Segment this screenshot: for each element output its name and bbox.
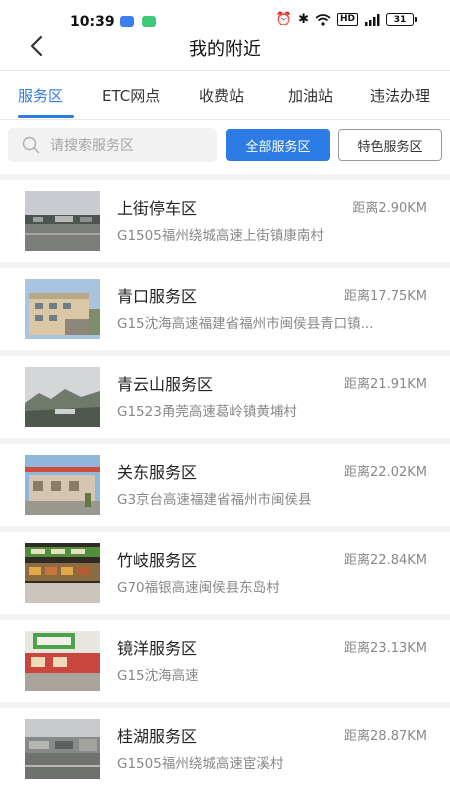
- item-address: G3京台高速福建省福州市闽侯县: [117, 492, 312, 508]
- item-distance: 距离17.75KM: [344, 289, 427, 304]
- list-item[interactable]: 桂湖服务区 距离28.87KM G1505福州绕城高速宦溪村: [0, 708, 450, 790]
- category-tabs: 服务区 ETC网点 收费站 加油站 违法办理: [0, 70, 450, 120]
- status-time: 10:39: [70, 14, 115, 30]
- item-distance: 距离21.91KM: [344, 377, 427, 392]
- list-item[interactable]: 上街停车区 距离2.90KM G1505福州绕城高速上街镇康南村: [0, 180, 450, 262]
- search-icon: [22, 136, 40, 154]
- battery-icon: 31: [386, 13, 417, 26]
- item-address: G70福银高速闽侯县东岛村: [117, 580, 280, 596]
- tab-gas-station[interactable]: 加油站: [288, 85, 333, 106]
- item-distance: 距离2.90KM: [352, 201, 427, 216]
- item-name: 竹岐服务区: [117, 551, 198, 570]
- tab-service-area[interactable]: 服务区: [18, 85, 63, 106]
- service-plaza-photo: [25, 455, 100, 515]
- item-address: G1523甬莞高速葛岭镇黄埔村: [117, 404, 297, 420]
- list-item[interactable]: 关东服务区 距离22.02KM G3京台高速福建省福州市闽侯县: [0, 444, 450, 526]
- list-item[interactable]: 青云山服务区 距离21.91KM G1523甬莞高速葛岭镇黄埔村: [0, 356, 450, 438]
- item-name: 关东服务区: [117, 463, 198, 482]
- service-sign-photo: [25, 631, 100, 691]
- item-distance: 距离22.02KM: [344, 465, 427, 480]
- item-distance: 距离22.84KM: [344, 553, 427, 568]
- search-row: 请搜索服务区 全部服务区 特色服务区: [0, 128, 450, 164]
- wifi-icon: [315, 13, 331, 26]
- message-app-icon: [142, 16, 156, 27]
- mountain-view-photo: [25, 367, 100, 427]
- item-name: 青云山服务区: [117, 375, 214, 394]
- tab-violation[interactable]: 违法办理: [370, 85, 430, 106]
- header: 我的附近: [0, 30, 450, 70]
- search-input[interactable]: 请搜索服务区: [8, 128, 217, 162]
- item-name: 青口服务区: [117, 287, 198, 306]
- item-distance: 距离23.13KM: [344, 641, 427, 656]
- item-name: 桂湖服务区: [117, 727, 198, 746]
- item-address: G15沈海高速: [117, 668, 199, 684]
- item-address: G1505福州绕城高速上街镇康南村: [117, 228, 324, 244]
- item-name: 镜洋服务区: [117, 639, 198, 658]
- service-area-list: 上街停车区 距离2.90KM G1505福州绕城高速上街镇康南村 青口服务区 距…: [0, 174, 450, 790]
- parking-area-photo: [25, 191, 100, 251]
- page-title: 我的附近: [189, 39, 261, 60]
- active-tab-indicator: [18, 115, 74, 118]
- notification-app-icon: [120, 16, 134, 27]
- list-item[interactable]: 竹岐服务区 距离22.84KM G70福银高速闽侯县东岛村: [0, 532, 450, 614]
- all-service-areas-button[interactable]: 全部服务区: [226, 129, 330, 161]
- tab-etc-outlet[interactable]: ETC网点: [102, 85, 160, 106]
- battery-level: 31: [393, 14, 407, 25]
- item-address: G1505福州绕城高速宦溪村: [117, 756, 284, 772]
- service-building-photo: [25, 279, 100, 339]
- hd-indicator: HD: [336, 13, 358, 26]
- item-address: G15沈海高速福建省福州市闽侯县青口镇...: [117, 316, 374, 332]
- featured-service-areas-button[interactable]: 特色服务区: [338, 129, 442, 161]
- search-placeholder: 请搜索服务区: [50, 138, 134, 154]
- item-distance: 距离28.87KM: [344, 729, 427, 744]
- bluetooth-icon: ✱: [298, 12, 309, 27]
- food-counter-photo: [25, 543, 100, 603]
- tab-toll-station[interactable]: 收费站: [199, 85, 244, 106]
- list-item[interactable]: 镜洋服务区 距离23.13KM G15沈海高速: [0, 620, 450, 702]
- status-indicators: ⏰ ✱ HD 31: [275, 12, 417, 27]
- alarm-icon: ⏰: [275, 12, 293, 27]
- signal-icon: [365, 13, 380, 26]
- rest-area-photo: [25, 719, 100, 779]
- item-name: 上街停车区: [117, 199, 198, 218]
- list-item[interactable]: 青口服务区 距离17.75KM G15沈海高速福建省福州市闽侯县青口镇...: [0, 268, 450, 350]
